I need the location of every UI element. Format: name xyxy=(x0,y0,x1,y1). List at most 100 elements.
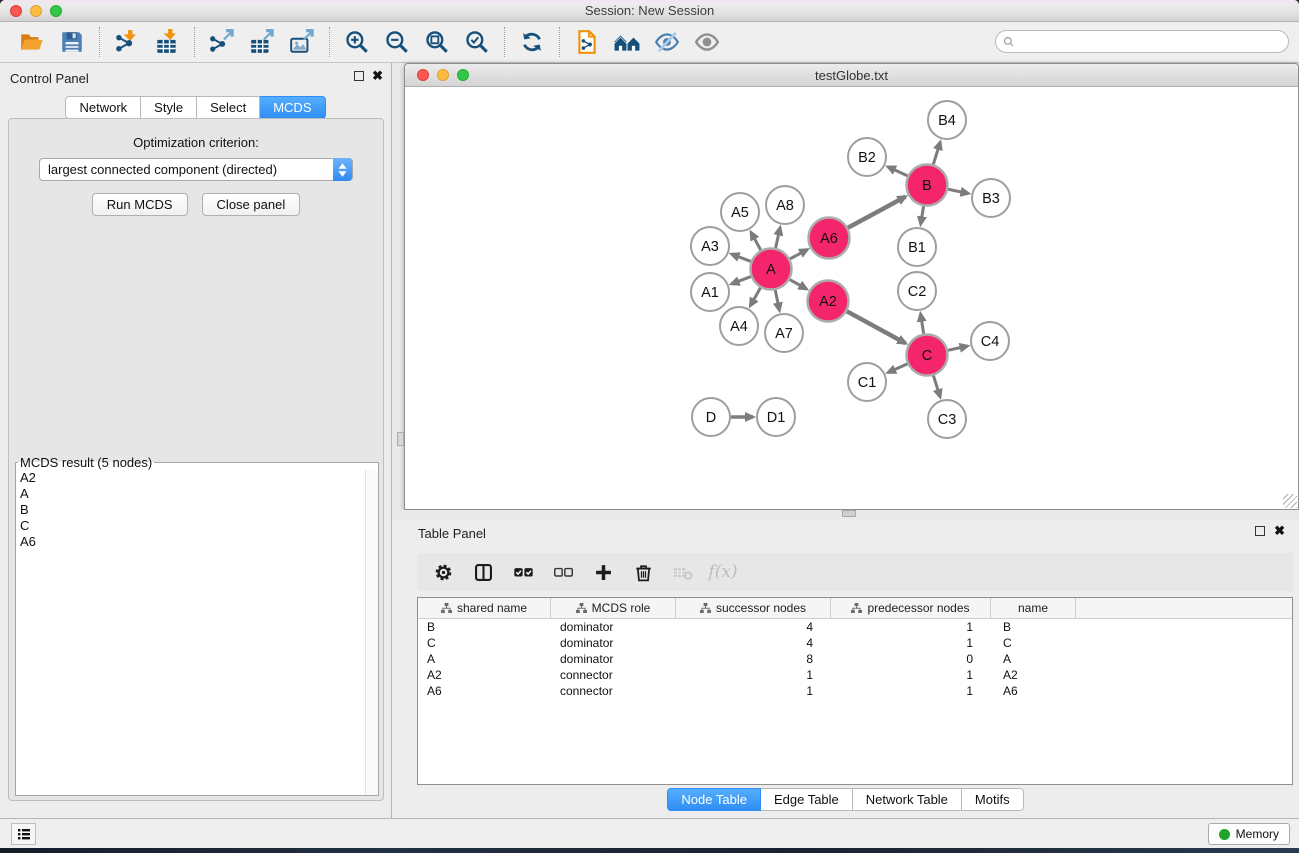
column-header-shared-name[interactable]: shared name xyxy=(418,598,551,618)
zoom-in-button[interactable] xyxy=(337,24,377,60)
save-session-button[interactable] xyxy=(52,24,92,60)
network-from-selection-button[interactable] xyxy=(567,24,607,60)
table-cell[interactable]: A6 xyxy=(418,684,551,698)
table-cell[interactable]: A xyxy=(418,652,551,666)
close-panel-icon[interactable]: ✖ xyxy=(372,71,383,81)
table-cell[interactable]: dominator xyxy=(551,636,676,650)
graph-edge-C-C2[interactable] xyxy=(921,314,924,334)
mcds-result-list[interactable]: A2ABCA6 xyxy=(16,470,378,795)
graph-node-A2[interactable]: A2 xyxy=(808,281,849,322)
open-file-button[interactable] xyxy=(12,24,52,60)
graph-edge-A6-B[interactable] xyxy=(848,197,906,228)
criterion-select[interactable]: largest connected component (directed) xyxy=(39,158,353,181)
graph-edge-B-B1[interactable] xyxy=(921,206,924,224)
select-all-button[interactable] xyxy=(505,556,541,588)
table-cell[interactable]: 1 xyxy=(831,620,991,634)
graph-node-A6[interactable]: A6 xyxy=(809,218,850,259)
zoom-fit-button[interactable] xyxy=(417,24,457,60)
mcds-result-item[interactable]: C xyxy=(16,518,378,534)
table-row[interactable]: Cdominator41C xyxy=(418,635,1292,651)
task-history-button[interactable] xyxy=(11,823,36,845)
table-row[interactable]: Adominator80A xyxy=(418,651,1292,667)
export-table-button[interactable] xyxy=(242,24,282,60)
close-panel-button[interactable]: Close panel xyxy=(202,193,301,216)
column-header-mcds-role[interactable]: MCDS role xyxy=(551,598,676,618)
table-cell[interactable]: 1 xyxy=(831,684,991,698)
network-canvas[interactable]: B4B2BB3A8A5A6B1A3AA1C2A2A4A7C4CC1C3DD1 xyxy=(405,87,1298,509)
graph-edge-A-A2[interactable] xyxy=(790,280,807,289)
tab-motifs[interactable]: Motifs xyxy=(962,788,1024,811)
table-cell[interactable]: B xyxy=(418,620,551,634)
create-column-button[interactable] xyxy=(585,556,621,588)
import-table-button[interactable] xyxy=(147,24,187,60)
graph-node-A8[interactable]: A8 xyxy=(766,186,804,224)
table-cell[interactable]: dominator xyxy=(551,620,676,634)
show-all-button[interactable] xyxy=(687,24,727,60)
mcds-result-item[interactable]: A xyxy=(16,486,378,502)
graph-node-A1[interactable]: A1 xyxy=(691,273,729,311)
graph-node-D[interactable]: D xyxy=(692,398,730,436)
table-cell[interactable]: 1 xyxy=(831,668,991,682)
graph-edge-B-B3[interactable] xyxy=(948,189,968,193)
table-cell[interactable]: 1 xyxy=(831,636,991,650)
graph-node-C4[interactable]: C4 xyxy=(971,322,1009,360)
table-cell[interactable]: dominator xyxy=(551,652,676,666)
table-cell[interactable]: 1 xyxy=(676,668,831,682)
tab-edge-table[interactable]: Edge Table xyxy=(761,788,853,811)
table-cell[interactable]: C xyxy=(418,636,551,650)
graph-node-C2[interactable]: C2 xyxy=(898,272,936,310)
search-box[interactable] xyxy=(995,30,1289,53)
graph-node-A7[interactable]: A7 xyxy=(765,314,803,352)
graph-edge-B-B4[interactable] xyxy=(933,142,940,164)
memory-button[interactable]: Memory xyxy=(1208,823,1290,845)
table-cell[interactable]: C xyxy=(991,636,1076,650)
table-cell[interactable]: A xyxy=(991,652,1076,666)
deselect-all-button[interactable] xyxy=(545,556,581,588)
table-cell[interactable]: B xyxy=(991,620,1076,634)
hide-selected-button[interactable] xyxy=(647,24,687,60)
graph-node-A3[interactable]: A3 xyxy=(691,227,729,265)
delete-column-button[interactable] xyxy=(625,556,661,588)
table-settings-gear-button[interactable] xyxy=(425,556,461,588)
table-cell[interactable]: A2 xyxy=(418,668,551,682)
graph-edge-A-A6[interactable] xyxy=(790,250,807,259)
mcds-result-item[interactable]: A2 xyxy=(16,470,378,486)
network-window-titlebar[interactable]: testGlobe.txt xyxy=(405,64,1298,87)
float-panel-icon[interactable] xyxy=(354,71,364,81)
graph-node-B3[interactable]: B3 xyxy=(972,179,1010,217)
table-cell[interactable]: connector xyxy=(551,684,676,698)
table-row[interactable]: Bdominator41B xyxy=(418,619,1292,635)
search-input[interactable] xyxy=(1016,33,1288,51)
column-header-name[interactable]: name xyxy=(991,598,1076,618)
export-image-button[interactable] xyxy=(282,24,322,60)
scrollbar[interactable] xyxy=(365,470,378,795)
tab-network-table[interactable]: Network Table xyxy=(853,788,962,811)
table-cell[interactable]: 4 xyxy=(676,620,831,634)
graph-edge-A-A5[interactable] xyxy=(751,232,761,250)
graph-node-A[interactable]: A xyxy=(751,249,792,290)
splitter-grip[interactable] xyxy=(842,510,856,517)
graph-edge-A-A8[interactable] xyxy=(776,227,780,248)
graph-edge-C-C3[interactable] xyxy=(933,376,940,398)
graph-node-A5[interactable]: A5 xyxy=(721,193,759,231)
refresh-layout-button[interactable] xyxy=(512,24,552,60)
float-panel-icon[interactable] xyxy=(1255,526,1265,536)
tab-style[interactable]: Style xyxy=(141,96,197,119)
zoom-out-button[interactable] xyxy=(377,24,417,60)
table-cell[interactable]: 0 xyxy=(831,652,991,666)
first-neighbors-button[interactable] xyxy=(607,24,647,60)
tab-mcds[interactable]: MCDS xyxy=(260,96,325,119)
run-mcds-button[interactable]: Run MCDS xyxy=(92,193,188,216)
graph-node-B4[interactable]: B4 xyxy=(928,101,966,139)
show-columns-button[interactable] xyxy=(465,556,501,588)
table-cell[interactable]: 4 xyxy=(676,636,831,650)
tab-select[interactable]: Select xyxy=(197,96,260,119)
graph-edge-B-B2[interactable] xyxy=(888,167,908,176)
table-row[interactable]: A6connector11A6 xyxy=(418,683,1292,699)
resize-grip-icon[interactable] xyxy=(1283,494,1297,508)
close-panel-icon[interactable]: ✖ xyxy=(1274,526,1285,536)
table-cell[interactable]: connector xyxy=(551,668,676,682)
graph-node-D1[interactable]: D1 xyxy=(757,398,795,436)
column-header-successor-nodes[interactable]: successor nodes xyxy=(676,598,831,618)
graph-node-C[interactable]: C xyxy=(907,335,948,376)
